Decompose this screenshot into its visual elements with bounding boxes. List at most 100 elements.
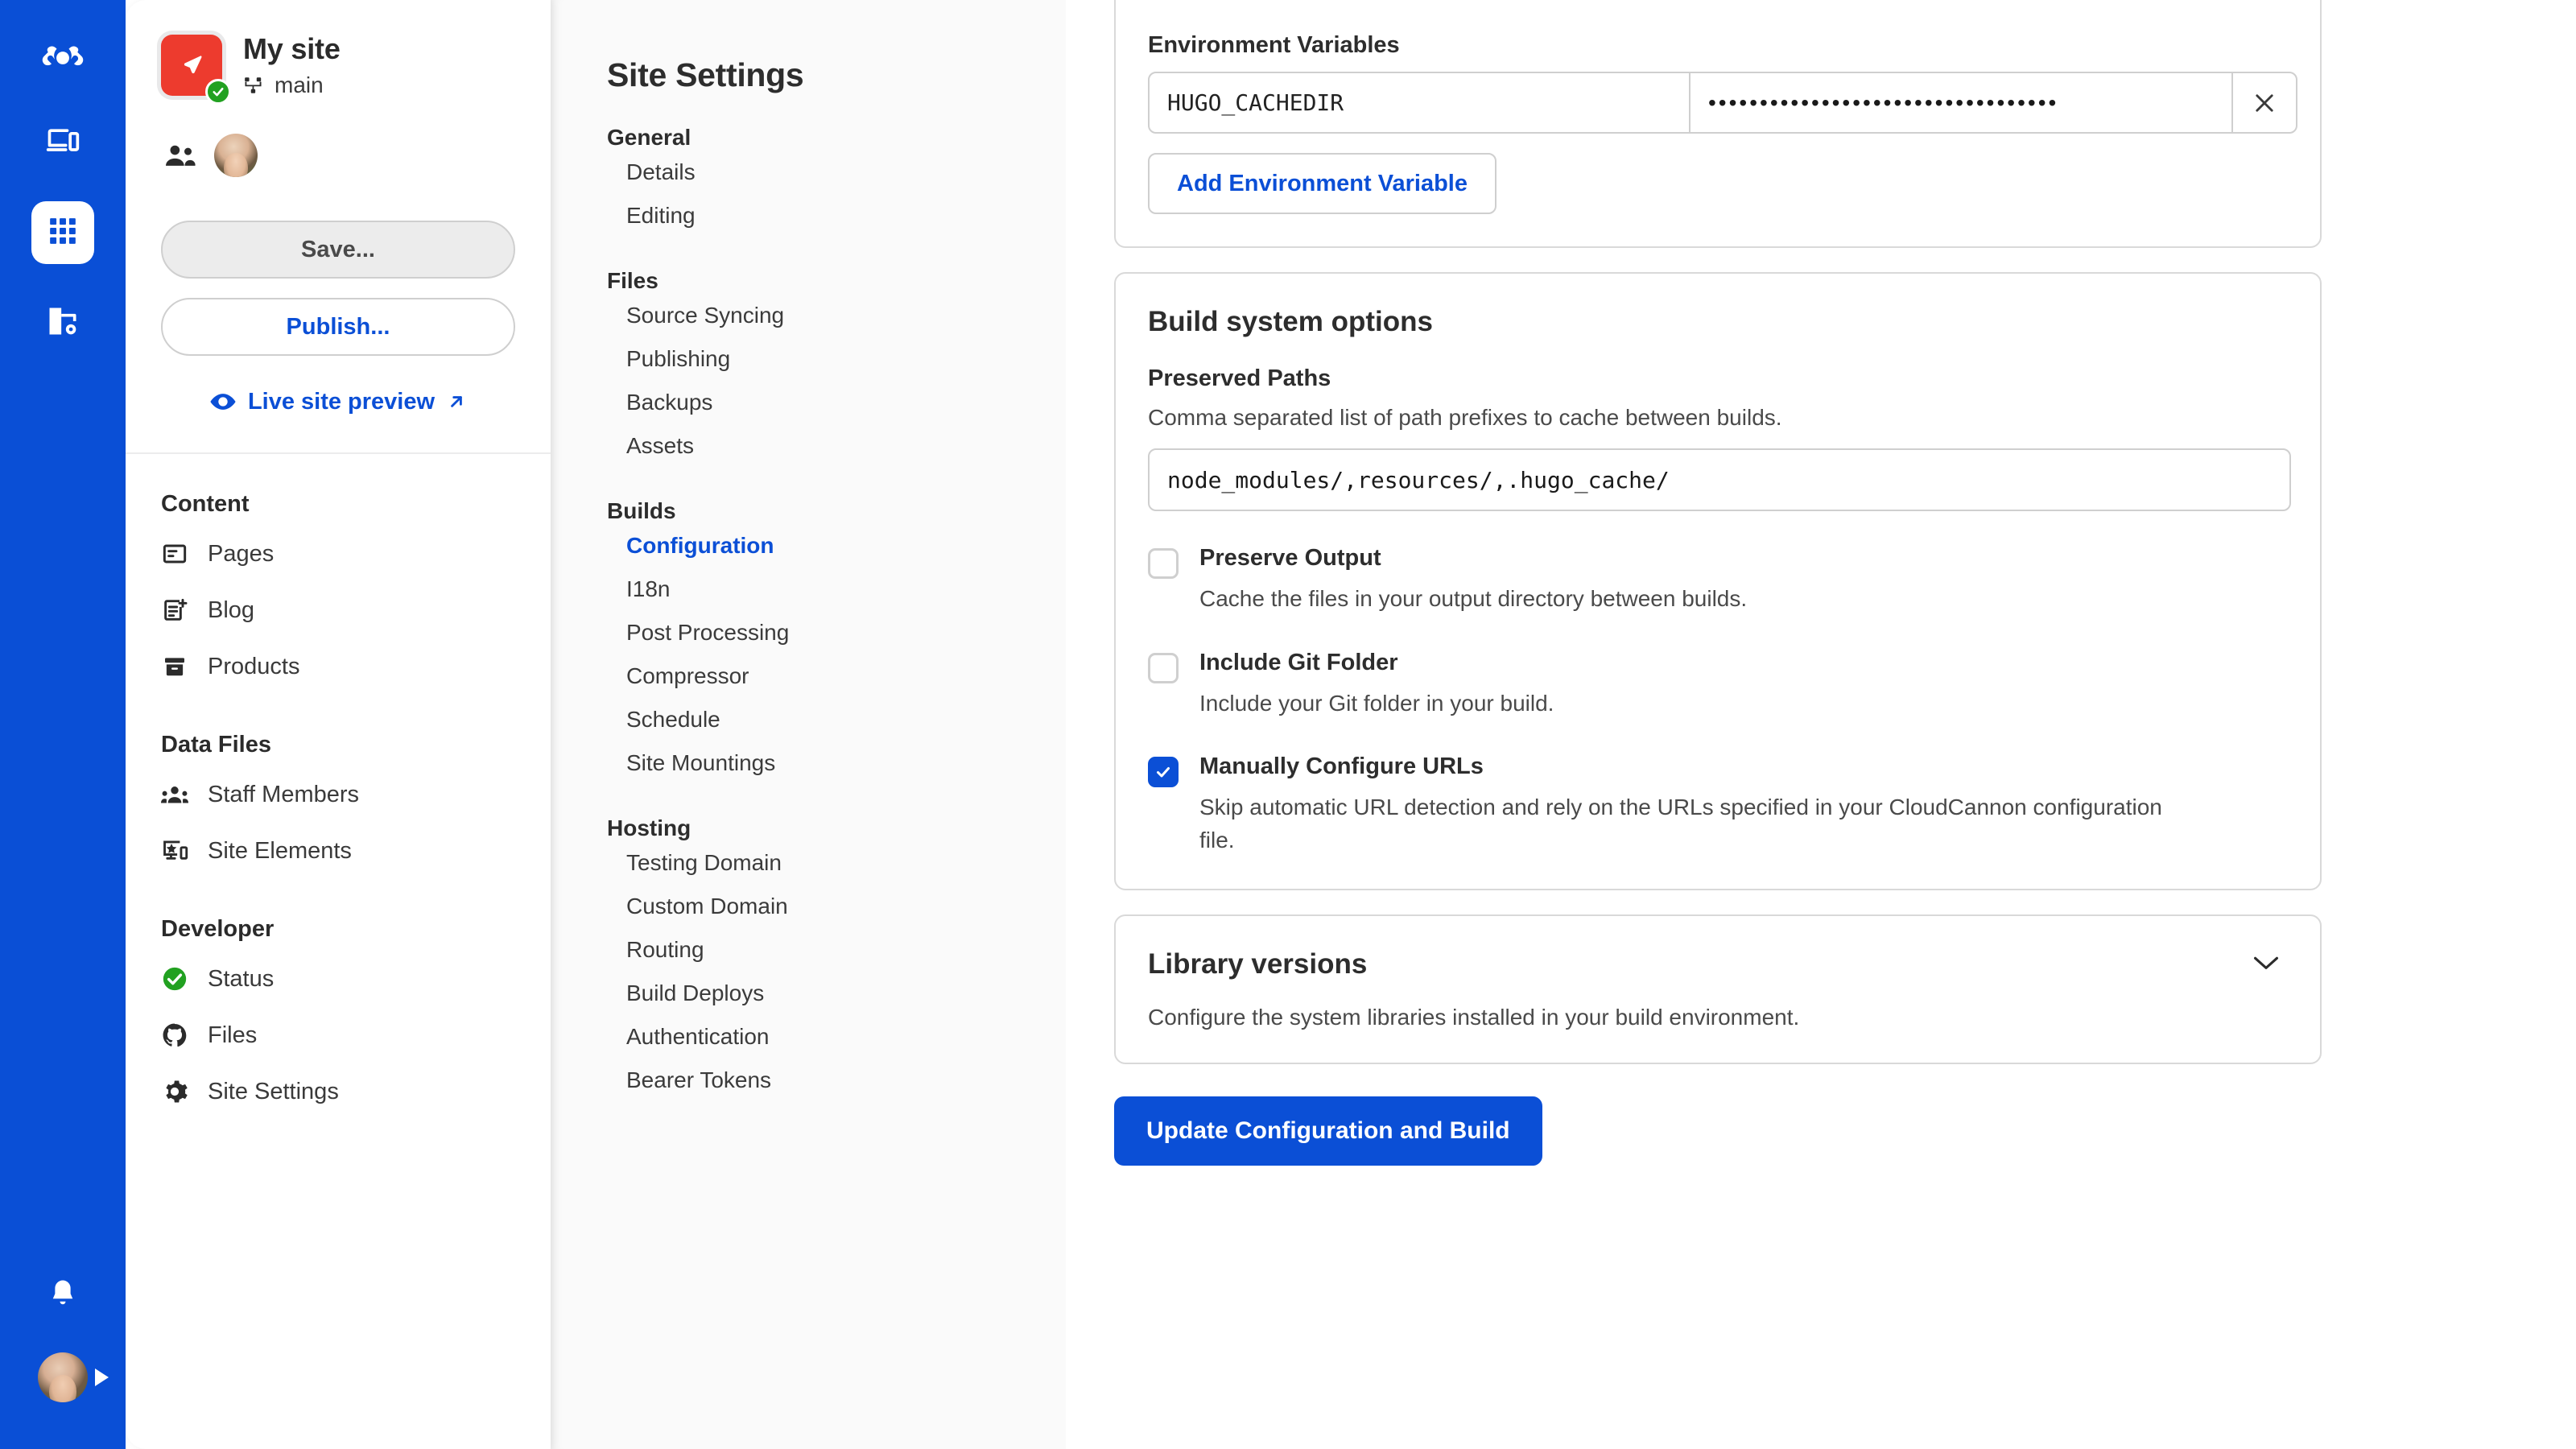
settings-nav-item-assets[interactable]: Assets	[607, 424, 1066, 468]
sidebar-item-label: Blog	[208, 597, 255, 623]
include-git-folder-label: Include Git Folder	[1199, 649, 1398, 675]
products-box-icon	[161, 653, 188, 680]
notification-bell-icon[interactable]	[46, 1278, 80, 1315]
sidebar-item-products[interactable]: Products	[161, 638, 515, 695]
environment-variables-card: Environment Variables HUGO_CACHEDIR ••••…	[1114, 0, 2322, 248]
sidebar-item-pages[interactable]: Pages	[161, 526, 515, 582]
library-versions-header: Library versions	[1148, 948, 2288, 980]
rail-user-menu[interactable]	[38, 1352, 109, 1402]
apps-grid-icon	[47, 216, 78, 250]
settings-group-heading-general: General	[607, 125, 691, 150]
avatar[interactable]	[214, 134, 258, 177]
settings-nav-item-custom-domain[interactable]: Custom Domain	[607, 885, 1066, 928]
update-configuration-and-build-button[interactable]: Update Configuration and Build	[1114, 1096, 1542, 1166]
build-system-options-title: Build system options	[1148, 306, 1433, 337]
sidebar-divider	[126, 452, 551, 454]
settings-nav-item-configuration[interactable]: Configuration	[607, 524, 1066, 568]
sidebar-item-label: Products	[208, 653, 300, 679]
settings-group-heading-builds: Builds	[607, 498, 676, 523]
sidebar-group-heading-content: Content	[161, 491, 250, 517]
sidebar-item-site-settings[interactable]: Site Settings	[161, 1063, 515, 1120]
settings-group-heading-files: Files	[607, 268, 658, 293]
preserve-output-description: Cache the files in your output directory…	[1199, 586, 1748, 611]
settings-nav-item-backups[interactable]: Backups	[607, 381, 1066, 424]
preserved-paths-input[interactable]: node_modules/,resources/,.hugo_cache/	[1148, 448, 2291, 511]
sidebar-item-label: Site Settings	[208, 1078, 339, 1104]
settings-nav-column: Site Settings General Details Editing Fi…	[551, 0, 1066, 1449]
git-branch-icon	[243, 75, 264, 96]
save-button[interactable]: Save...	[161, 221, 515, 279]
rail-item-devices-preview[interactable]	[31, 111, 94, 174]
external-link-arrow-icon	[446, 391, 467, 412]
site-members[interactable]	[163, 134, 551, 177]
sidebar-group-heading-data-files: Data Files	[161, 732, 271, 758]
pages-icon	[161, 540, 188, 568]
close-x-icon[interactable]	[2233, 73, 2296, 132]
environment-variables-label: Environment Variables	[1148, 32, 1400, 58]
sidebar-item-label: Files	[208, 1022, 258, 1048]
caret-right-icon	[95, 1368, 109, 1386]
github-octocat-icon	[161, 1022, 188, 1049]
publish-button[interactable]: Publish...	[161, 298, 515, 356]
settings-nav-item-post-processing[interactable]: Post Processing	[607, 611, 1066, 654]
sidebar-nav: Content Pages Blog Products Data Files S…	[126, 491, 551, 1120]
eye-icon	[209, 388, 237, 415]
status-check-circle-icon	[161, 965, 188, 993]
env-value-input[interactable]: ••••••••••••••••••••••••••••••••••	[1690, 73, 2233, 132]
sidebar-item-site-elements[interactable]: Site Elements	[161, 823, 515, 879]
settings-nav-item-schedule[interactable]: Schedule	[607, 698, 1066, 741]
environment-variable-row: HUGO_CACHEDIR ••••••••••••••••••••••••••…	[1148, 72, 2297, 134]
sidebar-item-status[interactable]: Status	[161, 951, 515, 1007]
sidebar-item-files[interactable]: Files	[161, 1007, 515, 1063]
env-key-input[interactable]: HUGO_CACHEDIR	[1150, 73, 1690, 132]
settings-nav-item-authentication[interactable]: Authentication	[607, 1015, 1066, 1059]
checkbox-row-manually-configure-urls: Manually Configure URLs Skip automatic U…	[1148, 753, 2288, 857]
settings-nav-item-testing-domain[interactable]: Testing Domain	[607, 841, 1066, 885]
site-logo-icon	[161, 35, 231, 105]
preserve-output-label: Preserve Output	[1199, 545, 1381, 571]
settings-nav-item-source-syncing[interactable]: Source Syncing	[607, 294, 1066, 337]
manually-configure-urls-checkbox[interactable]	[1148, 757, 1179, 788]
include-git-folder-checkbox[interactable]	[1148, 652, 1179, 683]
settings-nav-item-details[interactable]: Details	[607, 151, 1066, 194]
app-root: My site main Save... Publish... Live sit…	[0, 0, 2576, 1449]
rail-item-site-settings[interactable]	[31, 291, 94, 354]
rail-item-apps-grid[interactable]	[31, 201, 94, 264]
gear-icon	[161, 1078, 188, 1105]
site-identity[interactable]: My site main	[161, 32, 551, 105]
preserve-output-checkbox[interactable]	[1148, 548, 1179, 579]
staff-members-people-icon	[161, 781, 188, 808]
settings-nav-item-build-deploys[interactable]: Build Deploys	[607, 972, 1066, 1015]
page-title: Site Settings	[607, 56, 804, 93]
preserved-paths-label: Preserved Paths	[1148, 365, 1331, 391]
include-git-folder-description: Include your Git folder in your build.	[1199, 690, 1554, 716]
blog-post-add-icon	[161, 597, 188, 624]
add-environment-variable-button[interactable]: Add Environment Variable	[1148, 153, 1496, 214]
live-site-preview-label: Live site preview	[247, 388, 436, 415]
live-site-preview-link[interactable]: Live site preview	[161, 388, 515, 415]
main-content: Environment Variables HUGO_CACHEDIR ••••…	[1066, 0, 2576, 1449]
settings-nav-item-bearer-tokens[interactable]: Bearer Tokens	[607, 1059, 1066, 1102]
settings-nav-item-editing[interactable]: Editing	[607, 194, 1066, 237]
branch-name: main	[275, 72, 324, 97]
manually-configure-urls-description: Skip automatic URL detection and rely on…	[1199, 795, 2162, 852]
chevron-down-icon[interactable]	[2244, 949, 2288, 980]
sidebar-item-blog[interactable]: Blog	[161, 582, 515, 638]
library-versions-card[interactable]: Library versions Configure the system li…	[1114, 914, 2322, 1065]
checkbox-row-include-git-folder: Include Git Folder Include your Git fold…	[1148, 650, 2288, 720]
settings-nav-item-site-mountings[interactable]: Site Mountings	[607, 741, 1066, 785]
library-versions-title: Library versions	[1148, 948, 1368, 980]
sidebar-item-label: Pages	[208, 540, 275, 567]
global-icon-rail	[0, 0, 126, 1449]
settings-nav-item-routing[interactable]: Routing	[607, 928, 1066, 972]
settings-nav-item-i18n[interactable]: I18n	[607, 568, 1066, 611]
avatar	[38, 1352, 88, 1402]
cloudcannon-logo-icon[interactable]	[37, 32, 89, 84]
preserved-paths-help: Comma separated list of path prefixes to…	[1148, 405, 1782, 430]
settings-nav-item-compressor[interactable]: Compressor	[607, 654, 1066, 698]
site-settings-building-icon	[45, 303, 80, 343]
sidebar-item-staff-members[interactable]: Staff Members	[161, 766, 515, 823]
library-versions-description: Configure the system libraries installed…	[1148, 1005, 1800, 1030]
settings-nav-item-publishing[interactable]: Publishing	[607, 337, 1066, 381]
status-check-badge-icon	[205, 79, 231, 105]
